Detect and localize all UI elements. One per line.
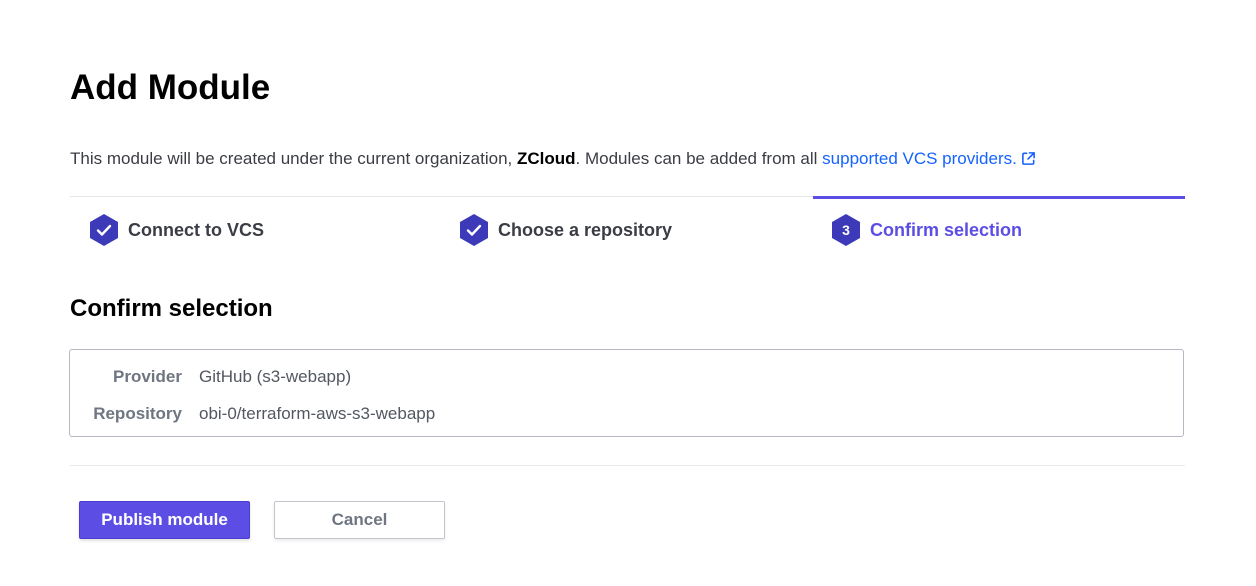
step-number-badge: 3: [832, 214, 860, 246]
publish-module-button[interactable]: Publish module: [79, 501, 250, 539]
vcs-providers-link[interactable]: supported VCS providers.: [822, 149, 1036, 168]
step-confirm-selection: 3 Confirm selection: [830, 213, 1022, 247]
selection-summary: Provider GitHub (s3-webapp) Repository o…: [69, 349, 1184, 437]
provider-key: Provider: [113, 367, 182, 386]
step-choose-repository: Choose a repository: [458, 213, 672, 247]
step-label: Choose a repository: [498, 219, 673, 240]
cancel-button[interactable]: Cancel: [274, 501, 445, 539]
vcs-providers-link-label: supported VCS providers.: [822, 149, 1017, 168]
check-icon: [460, 214, 488, 246]
actions-divider: [70, 465, 1185, 466]
section-title: Confirm selection: [70, 295, 273, 322]
page-title: Add Module: [70, 68, 271, 107]
provider-value: GitHub (s3-webapp): [199, 367, 352, 386]
step-number: 3: [842, 222, 850, 238]
external-link-icon: [1021, 152, 1035, 165]
step-label: Confirm selection: [870, 219, 1023, 240]
check-icon: [90, 214, 118, 246]
add-module-page: Add Module This module will be created u…: [0, 0, 1256, 586]
step-label: Connect to VCS: [128, 219, 265, 240]
step-connect-to-vcs: Connect to VCS: [88, 213, 264, 247]
intro-prefix: This module will be created under the cu…: [70, 149, 517, 168]
active-step-indicator: [813, 196, 1185, 199]
organization-name: ZCloud: [516, 149, 576, 168]
intro-text: This module will be created under the cu…: [70, 147, 1036, 171]
repository-key: Repository: [93, 404, 182, 423]
repository-value: obi-0/terraform-aws-s3-webapp: [199, 404, 436, 423]
intro-middle: . Modules can be added from all: [575, 149, 823, 168]
